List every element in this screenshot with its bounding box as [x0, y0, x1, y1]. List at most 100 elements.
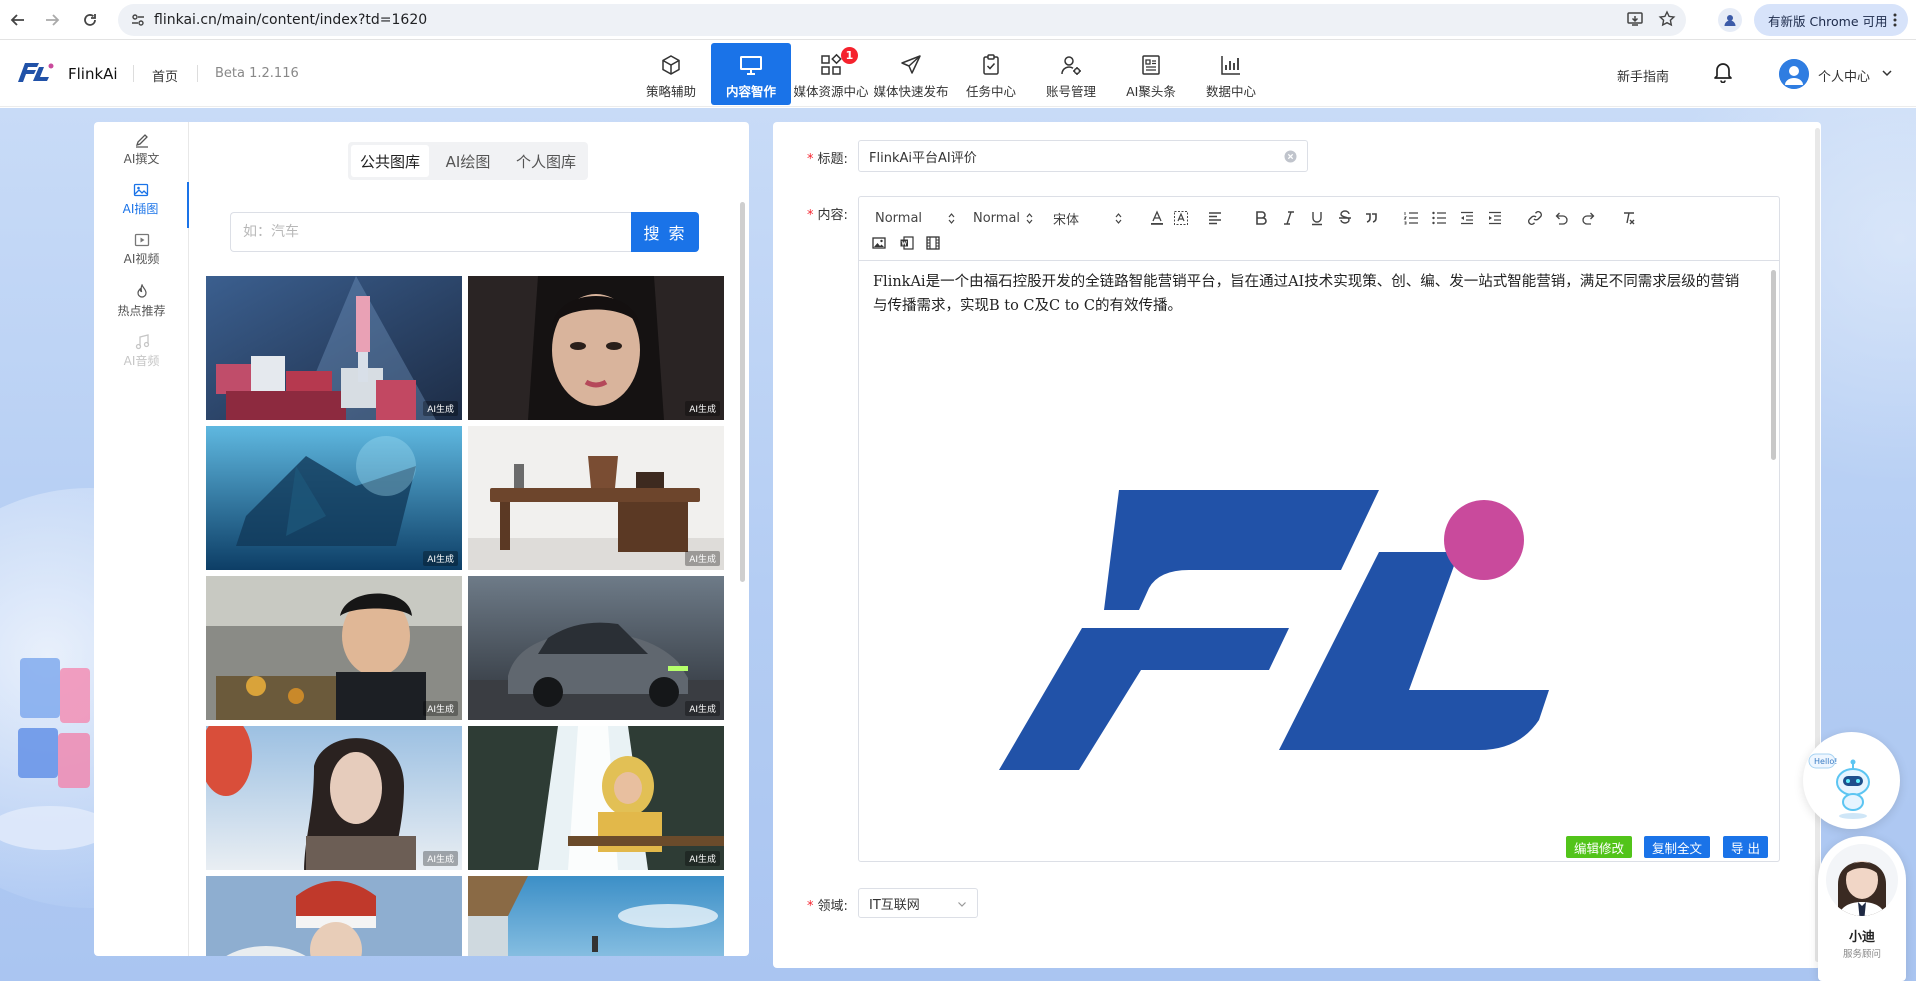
redo-icon[interactable]	[1579, 208, 1599, 228]
header-select[interactable]: Normal	[875, 207, 955, 229]
ai-generated-tag: AI生成	[685, 701, 720, 716]
nav-media-resources[interactable]: 媒体资源中心 1	[791, 43, 871, 105]
import-word-icon[interactable]	[897, 233, 917, 253]
news-icon	[1138, 52, 1164, 78]
tab-public-library[interactable]: 公共图库	[351, 145, 429, 177]
side-tab-hot-topics[interactable]: 热点推荐	[94, 284, 189, 330]
bullet-list-icon[interactable]	[1429, 208, 1449, 228]
search-button[interactable]: 搜 索	[631, 212, 699, 252]
insert-video-icon[interactable]	[923, 233, 943, 253]
tab-ai-drawing[interactable]: AI绘图	[429, 145, 507, 177]
side-tab-ai-video[interactable]: AI视频	[94, 232, 189, 278]
more-vert-icon	[1893, 13, 1897, 27]
pen-icon	[134, 132, 150, 148]
reload-icon[interactable]	[78, 8, 102, 32]
chatbot-button[interactable]: Hello!	[1803, 732, 1900, 829]
insert-image-icon[interactable]	[869, 233, 889, 253]
nav-content-create[interactable]: 内容智作	[711, 43, 791, 105]
gallery-scrollbar[interactable]	[740, 202, 745, 582]
edit-button[interactable]: 编辑修改	[1566, 836, 1633, 858]
nav-ai-headlines[interactable]: AI聚头条	[1111, 43, 1191, 105]
italic-icon[interactable]	[1279, 208, 1299, 228]
link-icon[interactable]	[1525, 208, 1545, 228]
profile-icon[interactable]	[1718, 8, 1742, 32]
forward-icon[interactable]	[40, 8, 64, 32]
font-color-icon[interactable]	[1147, 208, 1167, 228]
avatar[interactable]	[1779, 59, 1809, 89]
side-tab-label: AI插图	[122, 202, 159, 216]
quote-icon[interactable]	[1361, 208, 1381, 228]
side-tab-ai-image[interactable]: AI插图	[94, 182, 189, 228]
tab-personal-library[interactable]: 个人图库	[507, 145, 585, 177]
export-button[interactable]: 导 出	[1723, 836, 1768, 858]
chevron-down-icon	[957, 899, 967, 909]
ordered-list-icon[interactable]	[1401, 208, 1421, 228]
guide-link[interactable]: 新手指南	[1617, 66, 1669, 85]
nav-media-publish[interactable]: 媒体快速发布	[871, 43, 951, 105]
ai-generated-tag: AI生成	[685, 851, 720, 866]
search-input[interactable]	[230, 212, 631, 252]
title-value: FlinkAi平台AI评价	[869, 150, 977, 166]
gallery-image[interactable]	[468, 876, 724, 956]
back-icon[interactable]	[6, 8, 30, 32]
fire-icon	[134, 284, 150, 300]
size-select[interactable]: Normal	[973, 207, 1033, 229]
undo-icon[interactable]	[1551, 208, 1571, 228]
domain-select[interactable]: IT互联网	[858, 888, 978, 918]
bubble-text: Hello!	[1814, 757, 1838, 766]
indent-icon[interactable]	[1485, 208, 1505, 228]
address-bar[interactable]: flinkai.cn/main/content/index?td=1620	[118, 4, 1686, 36]
assistant-card[interactable]: 小迪 服务顾问	[1818, 836, 1906, 981]
gallery-image[interactable]: AI生成	[206, 726, 462, 870]
browser-toolbar: flinkai.cn/main/content/index?td=1620 有新…	[0, 0, 1916, 40]
content-editor-panel: * 标题: FlinkAi平台AI评价 * 内容: Normal Normal 宋体	[773, 122, 1821, 968]
gallery-image[interactable]: AI生成	[206, 276, 462, 420]
flinkai-logo-image[interactable]	[999, 460, 1599, 770]
gallery-image[interactable]: AI生成	[468, 276, 724, 420]
strikethrough-icon[interactable]	[1335, 208, 1355, 228]
clear-format-icon[interactable]	[1619, 208, 1639, 228]
gallery-image[interactable]: AI生成	[206, 426, 462, 570]
nav-account-manage[interactable]: 账号管理	[1031, 43, 1111, 105]
user-center-link[interactable]: 个人中心	[1818, 66, 1870, 85]
home-link[interactable]: 首页	[152, 66, 178, 85]
highlight-color-icon[interactable]	[1171, 208, 1191, 228]
bookmark-star-icon[interactable]	[1658, 10, 1676, 28]
editor-scrollbar[interactable]	[1771, 270, 1776, 460]
align-icon[interactable]	[1205, 208, 1225, 228]
bold-icon[interactable]	[1251, 208, 1271, 228]
title-input[interactable]: FlinkAi平台AI评价	[858, 140, 1308, 172]
font-select[interactable]: 宋体	[1053, 207, 1122, 229]
gallery-image[interactable]: AI生成	[468, 426, 724, 570]
bell-icon[interactable]	[1713, 61, 1733, 83]
gallery-image[interactable]	[206, 876, 462, 956]
select-arrows-icon	[1026, 212, 1033, 224]
side-tab-ai-writing[interactable]: AI撰文	[94, 132, 189, 178]
assistant-role: 服务顾问	[1842, 949, 1881, 960]
brand-logo[interactable]	[18, 61, 54, 83]
install-app-icon[interactable]	[1626, 10, 1644, 28]
user-gear-icon	[1058, 52, 1084, 78]
gallery-image[interactable]: AI生成	[468, 726, 724, 870]
chrome-update-button[interactable]: 有新版 Chrome 可用	[1754, 4, 1908, 36]
nav-data-center[interactable]: 数据中心	[1191, 43, 1271, 105]
header-divider	[133, 65, 134, 82]
nav-task-center[interactable]: 任务中心	[951, 43, 1031, 105]
select-arrows-icon	[948, 212, 955, 224]
gallery-image[interactable]: AI生成	[206, 576, 462, 720]
underline-icon[interactable]	[1307, 208, 1327, 228]
clear-icon[interactable]	[1284, 150, 1297, 163]
clipboard-icon	[978, 52, 1004, 78]
outdent-icon[interactable]	[1457, 208, 1477, 228]
chevron-down-icon[interactable]	[1881, 67, 1893, 79]
robot-icon	[1808, 753, 1870, 819]
panel-scrollbar[interactable]	[1815, 128, 1820, 962]
nav-strategy[interactable]: 策略辅助	[631, 43, 711, 105]
gallery-image[interactable]: AI生成	[468, 576, 724, 720]
library-tabs: 公共图库 AI绘图 个人图库	[348, 142, 588, 180]
nav-label: 任务中心	[965, 84, 1016, 99]
copy-all-button[interactable]: 复制全文	[1644, 836, 1711, 858]
brand-name: FlinkAi	[68, 65, 118, 83]
site-info-icon[interactable]	[130, 12, 146, 28]
editor-content[interactable]: FlinkAi是一个由福石控股开发的全链路智能营销平台，旨在通过AI技术实现策、…	[859, 262, 1779, 861]
